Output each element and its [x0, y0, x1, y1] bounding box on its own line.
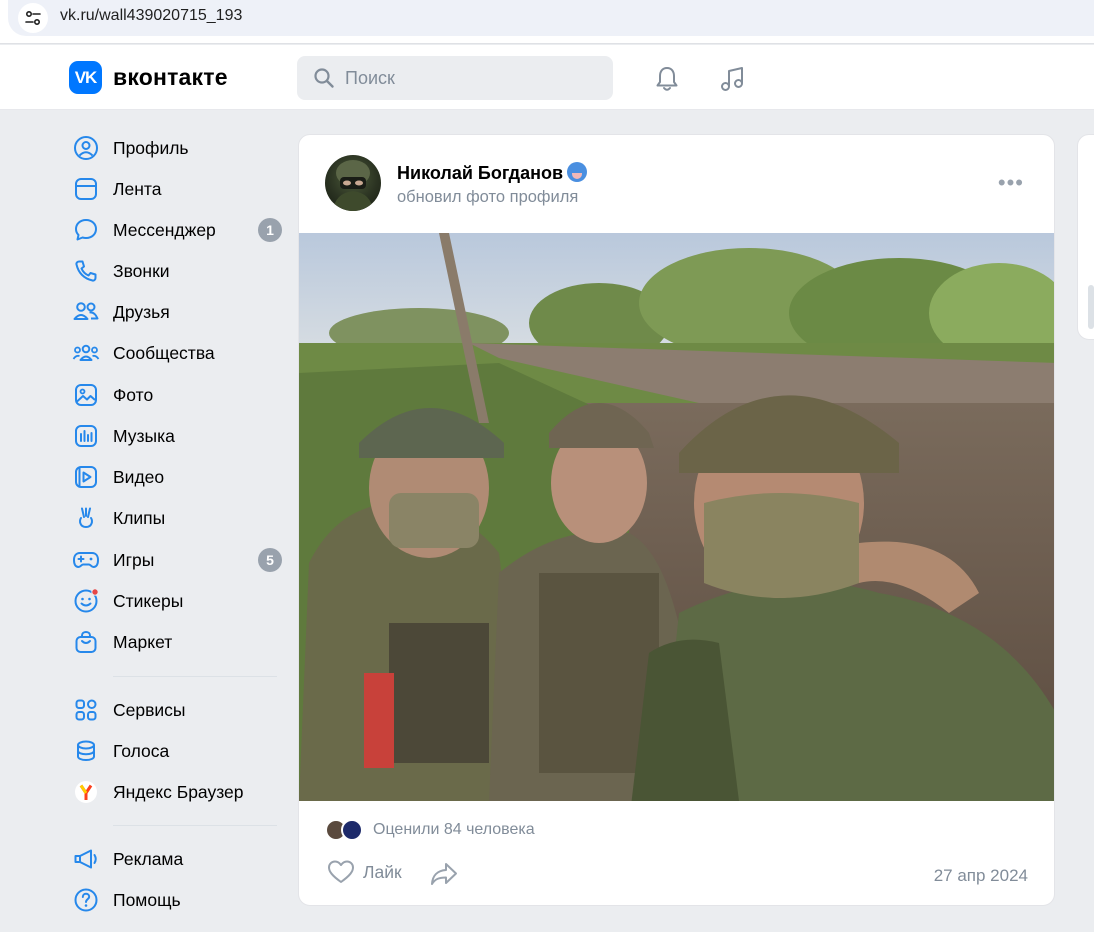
help-circle-icon: [70, 884, 102, 916]
communities-icon: [70, 337, 102, 369]
sidebar-item-label: Видео: [113, 466, 165, 487]
sidebar-item-services[interactable]: Сервисы: [70, 692, 285, 728]
sidebar-divider: [113, 825, 277, 826]
sidebar-item-label: Сервисы: [113, 699, 186, 720]
sidebar-item-label: Профиль: [113, 137, 189, 158]
sidebar-item-yandex-browser[interactable]: Яндекс Браузер: [70, 774, 285, 810]
post-action: обновил фото профиля: [397, 188, 579, 206]
sidebar-item-calls[interactable]: Звонки: [70, 253, 285, 289]
wall-post: Николай Богданов обновил фото профиля ••…: [298, 134, 1055, 906]
video-icon: [70, 461, 102, 493]
sidebar-item-profile[interactable]: Профиль: [70, 130, 285, 166]
like-label: Лайк: [363, 861, 402, 882]
site-header: VK вконтакте: [0, 45, 1094, 110]
author-name[interactable]: Николай Богданов: [397, 163, 563, 183]
feed-icon: [70, 173, 102, 205]
sidebar-item-label: Друзья: [113, 301, 170, 322]
sidebar-item-market[interactable]: Маркет: [70, 624, 285, 660]
sidebar-item-stickers[interactable]: Стикеры: [70, 583, 285, 619]
coins-icon: [70, 735, 102, 767]
shopping-bag-icon: [70, 626, 102, 658]
clips-icon: [70, 502, 102, 534]
gamepad-icon: [70, 544, 102, 576]
sidebar-item-label: Голоса: [113, 740, 170, 761]
notification-badge: 5: [258, 548, 282, 572]
search-input[interactable]: [345, 56, 595, 100]
sidebar-item-photo[interactable]: Фото: [70, 377, 285, 413]
sidebar-item-label: Музыка: [113, 425, 175, 446]
chat-bubble-icon: [70, 214, 102, 246]
sidebar-item-friends[interactable]: Друзья: [70, 294, 285, 330]
search-icon: [314, 68, 334, 88]
sidebar-item-label: Мессенджер: [113, 219, 216, 240]
sidebar-divider: [113, 676, 277, 677]
friends-icon: [70, 296, 102, 328]
sidebar-item-label: Маркет: [113, 631, 173, 652]
sidebar-item-clips[interactable]: Клипы: [70, 500, 285, 536]
sidebar-item-label: Игры: [113, 549, 155, 570]
phone-icon: [70, 255, 102, 287]
music-note-icon[interactable]: [718, 64, 748, 94]
share-button[interactable]: [429, 861, 459, 892]
url-text[interactable]: vk.ru/wall439020715_193: [60, 7, 242, 25]
bell-icon[interactable]: [652, 64, 682, 94]
sidebar-item-label: Стикеры: [113, 590, 184, 611]
sidebar-item-votes[interactable]: Голоса: [70, 733, 285, 769]
sidebar-item-label: Клипы: [113, 507, 166, 528]
browser-address-bar: vk.ru/wall439020715_193: [0, 0, 1094, 44]
sidebar-item-communities[interactable]: Сообщества: [70, 335, 285, 371]
music-icon: [70, 420, 102, 452]
author-avatar[interactable]: [325, 155, 381, 211]
sidebar-item-label: Сообщества: [113, 342, 215, 363]
sidebar-item-label: Помощь: [113, 889, 181, 910]
sidebar-item-label: Лента: [113, 178, 162, 199]
yandex-browser-icon: [70, 776, 102, 808]
sidebar-item-video[interactable]: Видео: [70, 459, 285, 495]
unread-badge: 1: [258, 218, 282, 242]
sidebar-item-music[interactable]: Музыка: [70, 418, 285, 454]
user-circle-icon: [70, 132, 102, 164]
like-button[interactable]: Лайк: [327, 859, 402, 885]
post-author[interactable]: Николай Богданов: [397, 162, 588, 184]
sidebar-item-label: Яндекс Браузер: [113, 781, 244, 802]
photo-icon: [70, 379, 102, 411]
likers-count-text[interactable]: Оценили 84 человека: [373, 821, 535, 839]
sidebar-item-label: Реклама: [113, 848, 184, 869]
blue-face-emoji: [567, 162, 588, 182]
services-grid-icon: [70, 694, 102, 726]
vk-logo-mark: VK: [69, 61, 102, 94]
more-horizontal-icon[interactable]: •••: [998, 170, 1024, 196]
post-photo[interactable]: [299, 233, 1055, 801]
sidebar-item-ads[interactable]: Реклама: [70, 841, 285, 877]
vk-logo-text: вконтакте: [113, 64, 228, 90]
heart-icon: [328, 860, 354, 883]
liker-avatar: [341, 819, 363, 841]
right-panel-card: [1077, 134, 1094, 340]
vk-logo[interactable]: VK вконтакте: [69, 61, 228, 94]
sidebar-item-help[interactable]: Помощь: [70, 882, 285, 918]
reactions-summary[interactable]: Оценили 84 человека: [325, 819, 535, 841]
megaphone-icon: [70, 843, 102, 875]
tune-icon[interactable]: [18, 3, 48, 33]
sidebar-item-messenger[interactable]: Мессенджер 1: [70, 212, 285, 248]
sidebar-item-label: Звонки: [113, 260, 170, 281]
sidebar-item-label: Фото: [113, 384, 154, 405]
panel-scroll-handle[interactable]: [1088, 285, 1094, 329]
search-box[interactable]: [297, 56, 613, 100]
sidebar-item-feed[interactable]: Лента: [70, 171, 285, 207]
share-arrow-icon: [431, 863, 457, 885]
post-date[interactable]: 27 апр 2024: [934, 866, 1028, 886]
smile-icon: [70, 585, 102, 617]
sidebar-item-games[interactable]: Игры 5: [70, 542, 285, 578]
